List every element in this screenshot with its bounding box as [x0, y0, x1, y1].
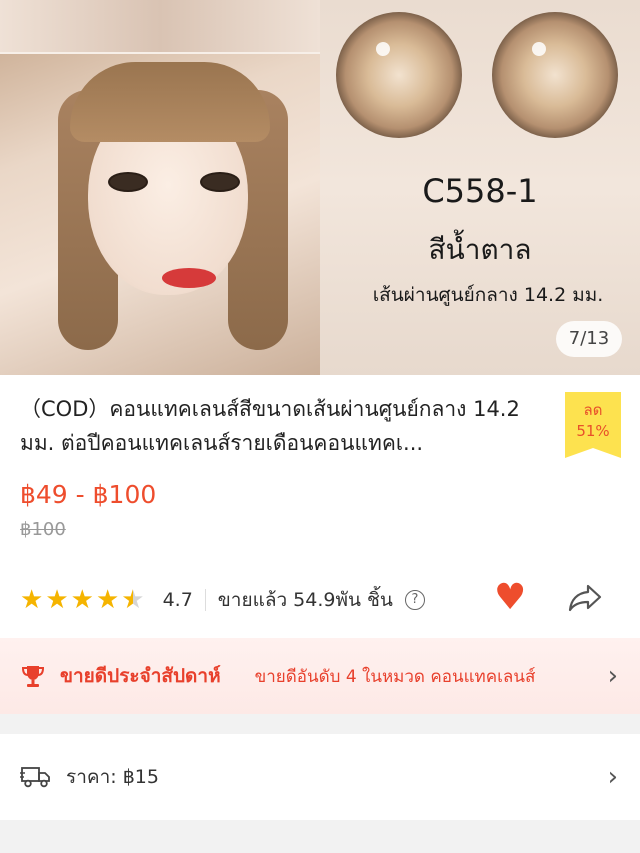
star-half-icon: ★	[121, 585, 145, 615]
product-image-carousel[interactable]: C558-1 สีน้ำตาล เส้นผ่านศูนย์กลาง 14.2 ม…	[0, 0, 640, 375]
help-circle-icon[interactable]: ?	[404, 590, 425, 610]
divider	[204, 589, 206, 611]
star-icon: ★	[45, 585, 69, 615]
discount-label: ลด	[583, 401, 603, 419]
rating-row: ★ ★ ★ ★ ★ 4.7 ขายแล้ว 54.9พัน ชิ้น ? ♥	[20, 580, 630, 618]
discount-value: 51%	[576, 422, 610, 440]
heart-icon[interactable]: ♥	[494, 580, 526, 616]
star-icon: ★	[70, 585, 94, 615]
chevron-right-icon: ›	[607, 661, 618, 691]
rating-value: 4.7	[162, 589, 193, 611]
lens-photo: C558-1 สีน้ำตาล เส้นผ่านศูนย์กลาง 14.2 ม…	[320, 0, 640, 375]
bestseller-label: ขายดีประจำสัปดาห์	[60, 665, 221, 687]
star-icon: ★	[95, 585, 120, 615]
discount-badge: ลด 51%	[565, 392, 621, 458]
lens-left	[336, 12, 462, 138]
shipping-price: ราคา: ฿15	[66, 766, 159, 788]
model-photo	[0, 0, 320, 375]
chevron-right-icon: ›	[607, 762, 618, 792]
share-arrow-icon[interactable]	[566, 582, 604, 618]
section-divider	[0, 714, 640, 734]
lens-right	[492, 12, 618, 138]
sold-count: ขายแล้ว 54.9พัน ชิ้น	[217, 589, 393, 611]
bestseller-detail: ขายดีอันดับ 4 ในหมวด คอนแทคเลนส์	[254, 666, 536, 687]
diameter-text: เส้นผ่านศูนย์กลาง 14.2 มม.	[372, 284, 604, 306]
product-title: （COD）คอนแทคเลนส์สีขนาดเส้นผ่านศูนย์กลาง …	[20, 397, 520, 455]
rating-stars[interactable]: ★ ★ ★ ★ ★	[20, 587, 145, 613]
original-price: ฿100	[20, 519, 66, 540]
image-counter: 7/13	[556, 321, 622, 357]
trophy-icon	[21, 666, 45, 687]
price-range: ฿49 - ฿100	[20, 480, 157, 509]
product-code: C558-1	[422, 172, 538, 210]
bestseller-banner[interactable]: ขายดีประจำสัปดาห์ ขายดีอันดับ 4 ในหมวด ค…	[0, 638, 640, 714]
color-name: สีน้ำตาล	[428, 233, 532, 266]
shipping-row[interactable]: ราคา: ฿15 ›	[0, 734, 640, 820]
delivery-truck-icon	[20, 767, 50, 788]
section-divider	[0, 820, 640, 853]
star-icon: ★	[20, 585, 44, 615]
